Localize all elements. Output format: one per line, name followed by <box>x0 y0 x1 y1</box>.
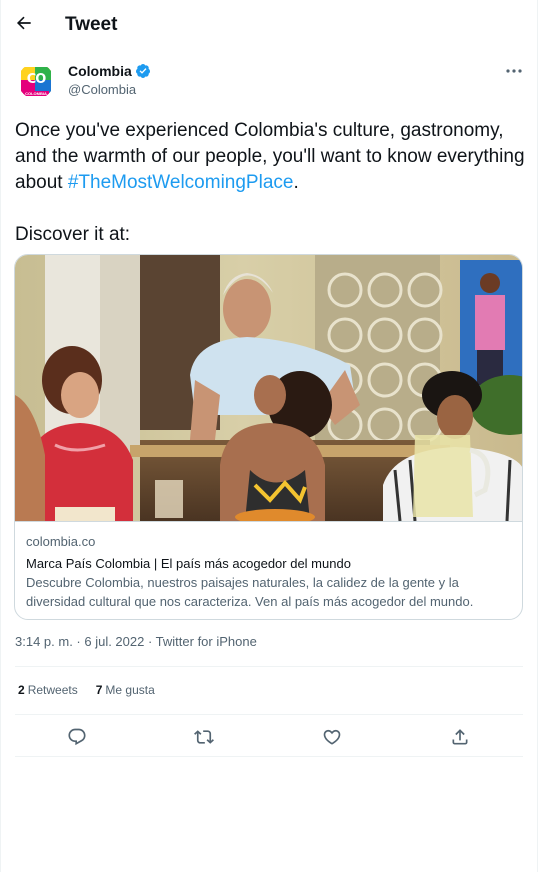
tweet-column: Tweet CO COLOMBIA Colombia @Colombia Onc… <box>0 0 538 872</box>
author-name[interactable]: Colombia <box>68 63 132 79</box>
more-options-button[interactable] <box>503 62 525 80</box>
like-icon <box>323 729 341 745</box>
card-image <box>15 255 522 521</box>
reply-icon <box>68 728 86 746</box>
page-title: Tweet <box>65 14 118 35</box>
likes-stat[interactable]: 7 Me gusta <box>96 683 155 697</box>
card-description: Descubre Colombia, nuestros paisajes nat… <box>26 575 474 609</box>
tweet-author: CO COLOMBIA Colombia @Colombia <box>15 60 525 104</box>
retweet-button[interactable] <box>192 725 216 749</box>
verified-badge-icon <box>135 64 150 78</box>
card-meta: colombia.co Marca País Colombia | El paí… <box>15 521 522 619</box>
share-icon <box>452 729 468 745</box>
like-button[interactable] <box>320 725 344 749</box>
divider <box>15 714 523 715</box>
reply-button[interactable] <box>65 725 89 749</box>
top-bar: Tweet <box>1 0 539 50</box>
author-handle[interactable]: @Colombia <box>68 82 136 97</box>
tweet-actions <box>15 722 523 752</box>
more-icon <box>506 69 522 73</box>
hashtag-link[interactable]: #TheMostWelcomingPlace <box>68 172 294 193</box>
share-button[interactable] <box>448 725 472 749</box>
back-button[interactable] <box>13 12 35 34</box>
divider <box>15 666 523 667</box>
back-arrow-icon <box>16 16 31 30</box>
link-preview-card[interactable]: colombia.co Marca País Colombia | El paí… <box>14 254 523 620</box>
tweet-text-line2: Discover it at: <box>15 224 131 245</box>
card-title: Marca País Colombia | El país más acoged… <box>26 556 351 571</box>
card-domain: colombia.co <box>26 534 96 549</box>
tweet-text: Once you've experienced Colombia's cultu… <box>15 118 527 248</box>
tweet-timestamp[interactable]: 3:14 p. m. · 6 jul. 2022 · Twitter for i… <box>15 634 257 649</box>
retweet-icon <box>194 730 214 744</box>
engagement-stats: 2 Retweets 7 Me gusta <box>18 683 155 697</box>
divider <box>15 756 523 757</box>
avatar[interactable]: CO COLOMBIA <box>18 63 54 99</box>
retweets-stat[interactable]: 2 Retweets <box>18 683 78 697</box>
